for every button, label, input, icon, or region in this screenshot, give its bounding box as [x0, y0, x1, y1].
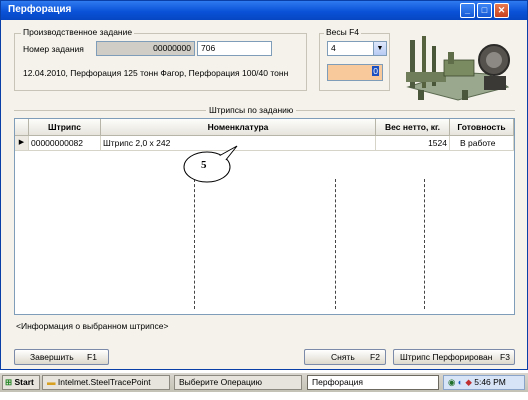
selected-strip-info: <Информация о выбранном штрипсе>	[16, 321, 169, 331]
task-number-prefix-field: 00000000	[96, 41, 195, 56]
column-header-net-weight[interactable]: Вес нетто, кг.	[376, 119, 450, 136]
minimize-button[interactable]: _	[460, 3, 475, 18]
finish-button-key: F1	[87, 352, 97, 362]
windows-logo-icon: ⊞	[5, 377, 13, 387]
task-number-label: Номер задания	[23, 44, 84, 54]
clock[interactable]: 5:46 PM	[474, 377, 506, 387]
start-button-label: Start	[14, 377, 34, 387]
finish-button-label: Завершить	[30, 352, 74, 362]
system-tray: ◉ ◐ ◆ 5:46 PM	[443, 375, 525, 390]
strips-section-title: Штрипсы по заданию	[206, 105, 297, 115]
application-window: Перфорация _ □ ✕ Производственное задани…	[0, 0, 528, 370]
row-pointer-icon: ▶	[15, 136, 29, 151]
chevron-down-icon[interactable]: ▼	[373, 42, 386, 55]
column-header-nomenclature[interactable]: Номенклатура	[101, 119, 376, 136]
weight-display[interactable]: 0	[327, 64, 383, 81]
column-header-strip[interactable]: Штрипс	[29, 119, 101, 136]
close-button[interactable]: ✕	[494, 3, 509, 18]
taskbar-item-perforation[interactable]: Перфорация	[307, 375, 439, 390]
column-guide	[424, 179, 425, 309]
table-row[interactable]: ▶ 00000000082 Штрипс 2,0 х 242 1524 В ра…	[15, 136, 514, 151]
column-header-readiness[interactable]: Готовность	[450, 119, 514, 136]
start-button[interactable]: ⊞ Start	[2, 375, 40, 390]
strips-grid[interactable]: Штрипс Номенклатура Вес нетто, кг. Готов…	[14, 118, 515, 315]
scales-select[interactable]: 4 ▼	[327, 41, 387, 56]
scales-legend: Весы F4	[324, 27, 362, 37]
row-selector-header	[15, 119, 29, 136]
cell-readiness: В работе	[450, 136, 514, 151]
cell-net-weight: 1524	[376, 136, 450, 151]
taskbar-item-label: Выберите Операцию	[179, 377, 263, 387]
language-icon[interactable]: ◐	[458, 377, 463, 387]
remove-button-key: F2	[370, 352, 380, 362]
callout-label: 5	[201, 159, 207, 171]
folder-icon: ▬	[47, 377, 56, 387]
remove-button[interactable]: Снять F2	[304, 349, 386, 365]
taskbar: ⊞ Start ▬ Intelmet.SteelTracePoint Выбер…	[0, 372, 528, 392]
finish-button[interactable]: Завершить F1	[14, 349, 109, 365]
network-icon[interactable]: ◉	[448, 377, 455, 387]
strip-perforated-button-label: Штрипс Перфорирован	[400, 352, 493, 362]
task-description: 12.04.2010, Перфорация 125 тонн Фагор, П…	[23, 68, 289, 78]
weight-value: 0	[372, 66, 379, 76]
title-bar[interactable]: Перфорация _ □ ✕	[1, 1, 527, 20]
security-icon[interactable]: ◆	[465, 377, 472, 387]
taskbar-item-label: Intelmet.SteelTracePoint	[57, 377, 151, 387]
callout-bubble	[183, 145, 238, 183]
cell-strip: 00000000082	[29, 136, 101, 151]
taskbar-item-select-operation[interactable]: Выберите Операцию	[174, 375, 302, 390]
window-title: Перфорация	[8, 4, 72, 15]
production-task-legend: Производственное задание	[21, 27, 135, 37]
taskbar-item-steeltracepoint[interactable]: ▬ Intelmet.SteelTracePoint	[42, 375, 170, 390]
strip-perforated-button-key: F3	[500, 352, 510, 362]
column-guide	[335, 179, 336, 309]
scales-selected-value: 4	[331, 43, 336, 53]
task-number-input[interactable]: 706	[197, 41, 272, 56]
perforation-machine-image	[398, 32, 523, 104]
maximize-button[interactable]: □	[477, 3, 492, 18]
column-guide	[194, 179, 195, 309]
strip-perforated-button[interactable]: Штрипс Перфорирован F3	[393, 349, 515, 365]
taskbar-item-label: Перфорация	[312, 377, 363, 387]
remove-button-label: Снять	[331, 352, 355, 362]
